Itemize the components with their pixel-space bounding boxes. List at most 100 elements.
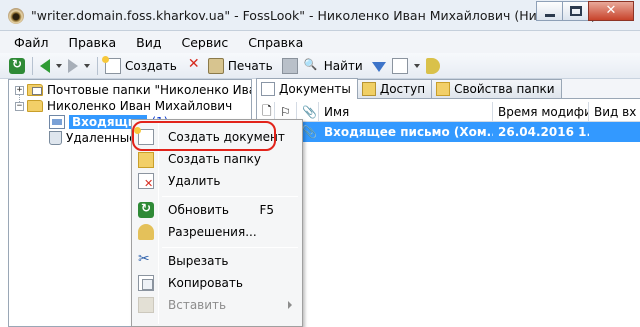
cut-icon [138,251,154,269]
maximize-button[interactable] [562,1,589,21]
close-button[interactable]: ✕ [588,1,634,21]
menu-item-refresh[interactable]: Обновить F5 [134,199,300,221]
window-title: "writer.domain.foss.kharkov.ua" - FossLo… [31,8,596,23]
create-button[interactable]: Создать [102,55,177,74]
row-modified: 26.04.2016 1... [498,125,589,139]
view-options-icon[interactable] [391,57,408,74]
permissions-icon [138,224,154,240]
menu-item-label: Вырезать [168,254,229,268]
folder-properties-icon [436,82,451,96]
attachment-icon: 📎 [302,125,317,139]
grid-header: 🗋 ⚐ 📎 Имя Время модифи... Вид вх [257,102,640,122]
collapse-icon[interactable]: − [15,101,24,111]
right-pane: Документы Доступ Свойства папки 🗋 ⚐ 📎 Им… [256,78,640,327]
menu-item-label: Обновить [168,203,229,217]
tree-label-deleted: Удаленные [66,131,137,145]
print-label: Печать [227,58,273,73]
menu-view[interactable]: Вид [136,35,161,50]
inbox-icon [49,115,65,129]
find-button[interactable]: Найти [301,58,363,74]
menu-item-label: Создать папку [168,152,262,166]
tab-folder-properties-label: Свойства папки [454,82,555,96]
menu-item-label: Копировать [168,276,243,290]
filter-icon[interactable] [371,61,386,72]
menu-item-label: Создать документ [168,130,285,144]
save-icon[interactable] [281,57,298,74]
menu-help[interactable]: Справка [248,35,303,50]
app-eye-icon[interactable] [8,8,24,24]
menu-item-label: Вставить [168,298,227,312]
menu-item-cut[interactable]: Вырезать [134,250,300,272]
refresh-icon [138,201,154,218]
menu-separator [162,196,298,197]
tree-item-deleted[interactable]: Удаленные [49,130,137,146]
table-row[interactable]: 📎 Входящее письмо (Хом... 26.04.2016 1..… [257,122,640,142]
delete-icon[interactable] [186,56,202,74]
toolbar-separator [97,56,98,75]
new-document-icon [134,127,154,145]
access-icon [361,82,376,96]
back-arrow-icon[interactable] [40,59,50,73]
column-kind[interactable]: Вид вх [589,102,640,122]
find-label: Найти [323,58,363,73]
maximize-icon [570,6,582,16]
row-name: Входящее письмо (Хом... [324,125,493,139]
toolbar-separator [32,56,33,75]
back-dropdown-icon[interactable] [56,63,62,68]
menu-bar: Файл Правка Вид Сервис Справка [0,31,640,53]
expand-icon[interactable]: + [15,85,24,95]
tab-access-label: Доступ [379,82,426,96]
forward-arrow-icon[interactable] [68,59,78,73]
tab-access[interactable]: Доступ [356,79,433,98]
menu-edit[interactable]: Правка [69,35,117,50]
copy-icon [138,275,154,291]
menu-item-create-document[interactable]: Создать документ [134,126,300,148]
trash-icon [49,131,62,145]
tree-item-mail-folders[interactable]: + Почтовые папки "Николенко Иван Мих [15,82,251,98]
tab-documents-label: Документы [279,82,351,96]
tab-documents[interactable]: Документы [256,78,358,99]
tag-icon[interactable] [425,57,440,74]
attachment-icon: 📎 [302,105,317,119]
row-kind [589,122,640,142]
menu-item-permissions[interactable]: Разрешения... [134,221,300,243]
menu-service[interactable]: Сервис [181,35,228,50]
delete-icon [138,173,154,190]
context-menu: Создать документ Создать папку Удалить О… [131,119,303,327]
print-button[interactable]: Печать [205,57,273,74]
forward-dropdown-icon[interactable] [84,63,90,68]
toolbar: Создать Печать Найти [0,53,640,79]
close-icon: ✕ [605,3,617,18]
tree-label-mail-folders: Почтовые папки "Николенко Иван Мих [47,83,251,97]
flag-icon: ⚐ [280,105,291,119]
refresh-icon[interactable] [9,57,25,74]
column-name[interactable]: Имя [319,102,493,122]
tab-folder-properties[interactable]: Свойства папки [431,79,562,98]
document-grid[interactable]: 🗋 ⚐ 📎 Имя Время модифи... Вид вх 📎 Входя… [256,99,640,327]
menu-separator [162,247,298,248]
title-bar: "writer.domain.foss.kharkov.ua" - FossLo… [0,0,640,31]
print-icon [207,57,224,74]
paste-icon [138,297,154,313]
menu-item-shortcut: F5 [259,203,274,217]
tree-label-user: Николенко Иван Михайлович [47,99,233,113]
menu-item-paste[interactable]: Вставить [134,294,300,316]
find-icon [304,58,320,74]
folder-icon [27,100,43,112]
menu-item-create-folder[interactable]: Создать папку [134,148,300,170]
documents-icon [261,82,275,96]
view-options-dropdown-icon[interactable] [413,63,420,68]
mail-folder-icon [27,84,43,96]
minimize-button[interactable] [536,1,563,21]
menu-item-label: Удалить [168,174,221,188]
column-modified[interactable]: Время модифи... [493,102,589,122]
tree-item-user[interactable]: − Николенко Иван Михайлович [15,98,232,114]
submenu-arrow-icon [288,301,292,309]
menu-item-delete[interactable]: Удалить [134,170,300,192]
menu-item-copy[interactable]: Копировать [134,272,300,294]
create-label: Создать [125,58,177,73]
menu-file[interactable]: Файл [14,35,49,50]
window-controls: ✕ [536,1,634,21]
minimize-icon [545,14,555,17]
new-document-icon [102,55,121,74]
